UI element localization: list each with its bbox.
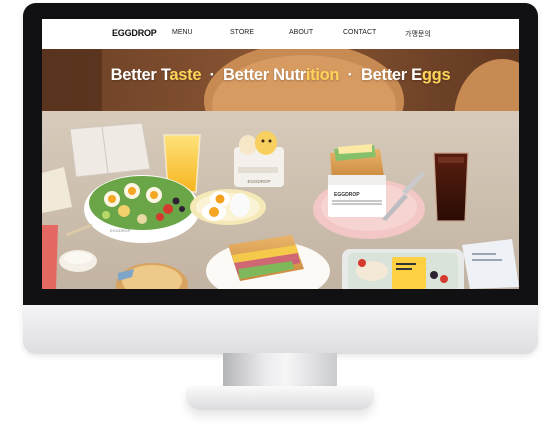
- site-navbar: EGGDROP MENU STORE ABOUT CONTACT 가맹문의: [42, 19, 519, 49]
- egg-cup-label: EGGDROP: [247, 179, 270, 184]
- headline-separator: ·: [209, 66, 216, 84]
- hero-banner: EGGDROP EGGDROP EGGDROP Better Taste · B…: [42, 49, 519, 289]
- headline-accent-eggs: ggs: [421, 66, 451, 84]
- monitor-screen: EGGDROP MENU STORE ABOUT CONTACT 가맹문의 EG…: [42, 19, 519, 289]
- hero-headline: Better Taste · Better Nutrition · Better…: [42, 66, 519, 85]
- nav-menu[interactable]: MENU: [172, 29, 193, 36]
- headline-accent-nutrition: ition: [305, 66, 340, 84]
- site-logo[interactable]: EGGDROP: [112, 28, 157, 38]
- hero-photo: EGGDROP EGGDROP EGGDROP: [42, 49, 519, 289]
- salad-bowl: EGGDROP: [84, 175, 200, 243]
- tablet: [69, 122, 151, 178]
- salad-bowl-label: EGGDROP: [110, 228, 131, 233]
- headline-phrase-eggs: Better E: [361, 66, 422, 84]
- monitor-stand-base: [186, 386, 374, 410]
- monitor-stand-neck: [223, 353, 337, 389]
- nav-franchise-inquiry[interactable]: 가맹문의: [405, 29, 431, 39]
- cola-glass: [433, 152, 469, 222]
- nav-store[interactable]: STORE: [230, 29, 254, 36]
- container-label-card: [392, 257, 426, 289]
- headline-separator: ·: [347, 66, 354, 84]
- nav-contact[interactable]: CONTACT: [343, 29, 376, 36]
- salad-container: [342, 249, 464, 289]
- sandwich-box-label: EGGDROP: [334, 192, 360, 198]
- headline-phrase-nutrition: Better Nutr: [223, 66, 306, 84]
- nav-about[interactable]: ABOUT: [289, 29, 313, 36]
- boiled-eggs-plate: [190, 189, 266, 225]
- monitor-chin: [23, 305, 538, 354]
- receipt-card: [462, 239, 519, 289]
- headline-accent-taste: aste: [169, 66, 202, 84]
- headline-phrase-taste: Better T: [110, 66, 170, 84]
